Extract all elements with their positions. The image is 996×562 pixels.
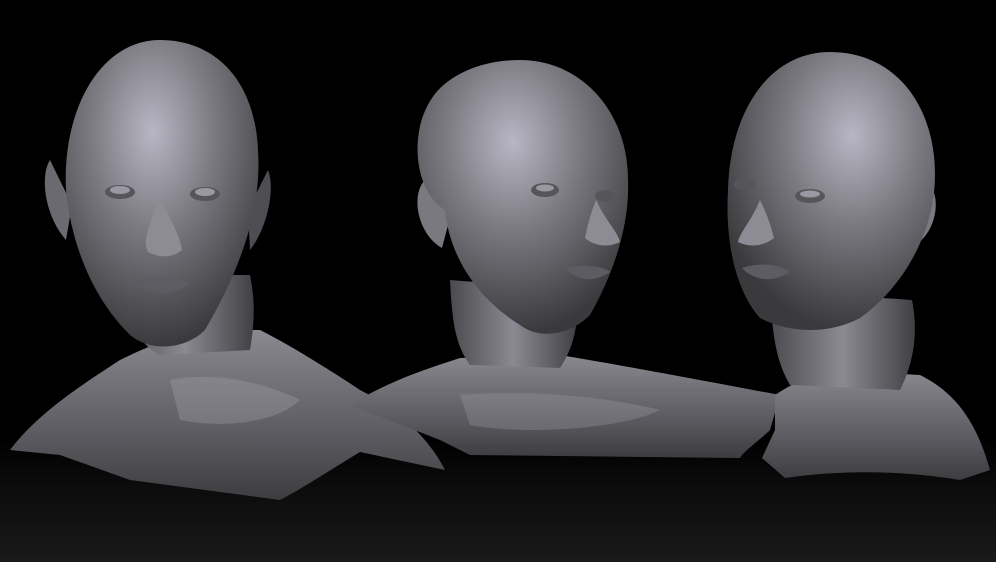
clay-bust-render: [10, 40, 990, 500]
head: [727, 52, 935, 330]
sculpt-viewport: [0, 0, 996, 562]
eye-right: [595, 190, 615, 202]
eye-left: [734, 178, 756, 190]
bust-front-view: [10, 40, 445, 500]
bust-three-quarter-right-view: [350, 60, 780, 458]
